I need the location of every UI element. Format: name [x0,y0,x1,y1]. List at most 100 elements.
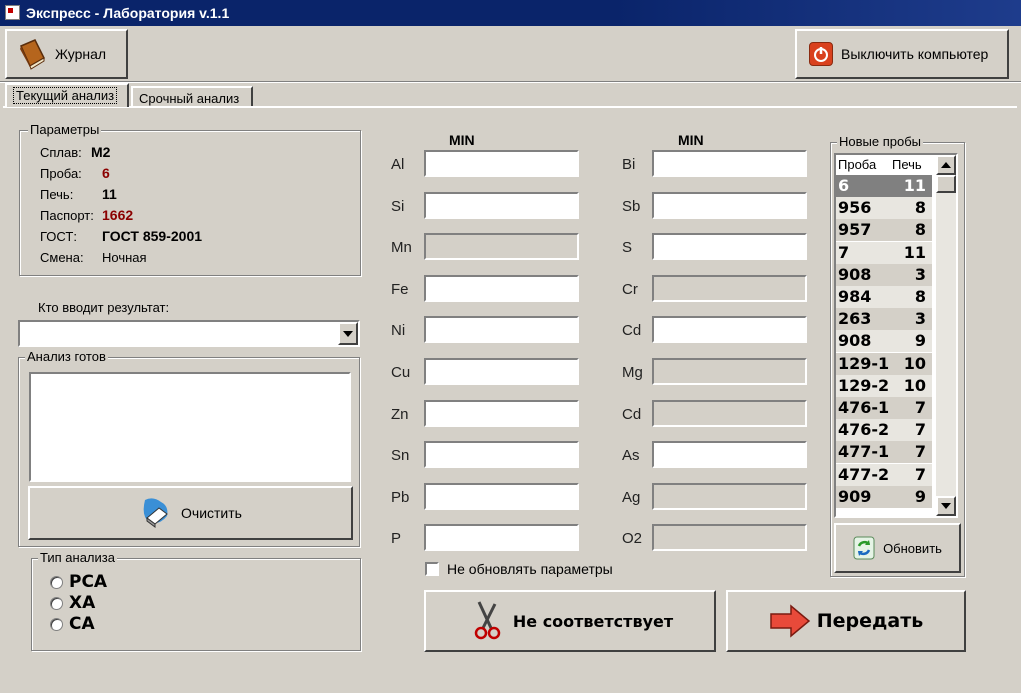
element-input-ni[interactable] [424,316,579,343]
refresh-button[interactable]: Обновить [834,523,961,573]
furnace-value: 11 [102,186,117,202]
journal-button[interactable]: Журнал [5,29,128,79]
element-input-fe[interactable] [424,275,579,302]
analysis-ready-textarea[interactable] [29,372,351,482]
samples-list[interactable]: Проба Печь 6 11 956 8 957 8 7 11 908 3 984 8 263 3 908… [834,153,958,518]
sample-number: 477-2 [838,464,890,484]
sample-furnace: 7 [914,464,926,484]
element-label-sn: Sn [391,447,410,464]
sample-row[interactable]: 984 8 [836,286,932,308]
no-update-checkbox[interactable] [425,562,439,576]
element-input-mg[interactable] [652,358,807,385]
element-label-o2: O2 [622,530,643,547]
element-input-o2[interactable] [652,524,807,551]
scroll-thumb[interactable] [936,175,956,193]
sample-row[interactable]: 6 11 [836,175,932,197]
sample-row[interactable]: 476-1 7 [836,397,932,419]
element-input-cd[interactable] [652,400,807,427]
tab-current-analysis[interactable]: Текущий анализ [5,83,129,107]
element-input-as[interactable] [652,441,807,468]
alloy-label: Сплав: [40,145,82,160]
no-update-checkbox-row[interactable]: Не обновлять параметры [425,561,613,577]
sample-furnace: 7 [914,442,926,462]
radio-option-ca[interactable]: СА [50,614,95,634]
sample-row[interactable]: 7 11 [836,241,932,264]
shutdown-label: Выключить компьютер [841,46,989,62]
element-input-sn[interactable] [424,441,579,468]
scissors-icon [467,600,507,642]
min-header-left: MIN [449,132,475,148]
element-label-ag: Ag [622,489,641,506]
furnace-label: Печь: [40,187,74,202]
radio-button[interactable] [50,596,63,610]
element-input-pb[interactable] [424,483,579,510]
element-label-bi: Bi [622,156,636,173]
radio-button[interactable] [50,575,63,589]
scroll-up-icon[interactable] [936,155,956,175]
clear-button[interactable]: Очистить [28,486,353,540]
mismatch-button[interactable]: Не соответствует [424,590,716,652]
element-input-cu[interactable] [424,358,579,385]
sample-row[interactable]: 129-2 10 [836,374,932,397]
sample-value: 6 [102,165,110,181]
sample-row[interactable]: 908 3 [836,263,932,286]
tab-urgent-analysis[interactable]: Срочный анализ [131,86,253,107]
new-samples-group: Новые пробы Проба Печь 6 11 956 8 957 8 7 11 908… [830,134,965,577]
sample-row[interactable]: 956 8 [836,197,932,220]
samples-scrollbar[interactable] [936,155,956,516]
sample-number: 476-1 [838,398,890,417]
element-label-as: As [622,447,640,464]
sample-row[interactable]: 909 9 [836,485,932,508]
sample-number: 7 [838,242,850,262]
element-input-al[interactable] [424,150,579,177]
sample-number: 129-1 [838,353,890,373]
sample-number: 6 [838,176,850,195]
element-input-sb[interactable] [652,192,807,219]
analysis-ready-legend: Анализ готов [25,349,108,364]
sample-number: 477-1 [838,442,890,462]
app-icon [5,5,20,20]
sample-furnace: 9 [914,486,926,506]
radio-option-xa[interactable]: ХА [50,593,95,613]
shift-value: Ночная [102,250,147,265]
element-input-s[interactable] [652,233,807,260]
element-label-si: Si [391,198,405,215]
sample-furnace: 7 [914,398,926,417]
sample-furnace: 8 [914,287,926,306]
sample-row[interactable]: 908 9 [836,330,932,353]
element-input-cd[interactable] [652,316,807,343]
element-label-p: P [391,530,402,547]
send-button[interactable]: Передать [726,590,966,652]
element-input-bi[interactable] [652,150,807,177]
sample-row[interactable]: 263 3 [836,308,932,331]
element-input-cr[interactable] [652,275,807,302]
element-input-zn[interactable] [424,400,579,427]
alloy-value: М2 [91,144,111,160]
element-input-ag[interactable] [652,483,807,510]
sample-row[interactable]: 476-2 7 [836,419,932,442]
radio-option-pca[interactable]: РСА [50,572,107,592]
scroll-down-icon[interactable] [936,496,956,516]
radio-button[interactable] [50,617,63,631]
sample-row[interactable]: 129-1 10 [836,352,932,375]
element-label-zn: Zn [391,406,409,423]
operator-combobox[interactable] [18,320,360,347]
element-label-cd: Cd [622,406,642,423]
sample-row[interactable]: 477-2 7 [836,463,932,486]
element-input-si[interactable] [424,192,579,219]
element-input-mn[interactable] [424,233,579,260]
sample-row[interactable]: 477-1 7 [836,441,932,464]
analysis-type-legend: Тип анализа [38,550,117,565]
sample-number: 129-2 [838,375,890,395]
element-input-p[interactable] [424,524,579,551]
sample-label: Проба: [40,166,82,181]
refresh-icon [853,536,875,560]
element-label-cu: Cu [391,364,411,381]
element-label-al: Al [391,156,405,173]
sample-furnace: 7 [914,420,926,440]
shutdown-button[interactable]: Выключить компьютер [795,29,1009,79]
sample-number: 263 [838,309,872,329]
dropdown-arrow-icon[interactable] [338,322,358,345]
sample-row[interactable]: 957 8 [836,219,932,242]
tab-panel-border [3,106,1017,108]
